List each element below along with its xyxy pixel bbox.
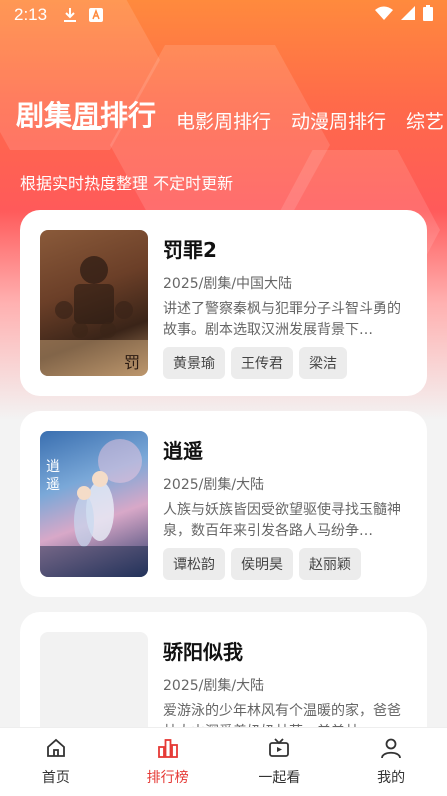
- bottom-navigation: 首页 排行榜 一起看 我的: [0, 727, 447, 796]
- nav-ranking-label: 排行榜: [146, 770, 189, 786]
- nav-profile[interactable]: 我的: [335, 728, 447, 796]
- wifi-icon: [375, 5, 393, 25]
- tab-movie-weekly[interactable]: 电影周排行: [176, 107, 271, 140]
- actor-tag[interactable]: 黄景瑜: [163, 347, 225, 379]
- tab-anime-weekly[interactable]: 动漫周排行: [291, 107, 386, 140]
- download-icon: [63, 7, 77, 23]
- status-time: 2:13: [14, 5, 48, 24]
- poster-image: 逍 遥: [40, 431, 148, 577]
- actor-tag[interactable]: 王传君: [231, 347, 293, 379]
- nav-watch-together[interactable]: 一起看: [224, 728, 336, 796]
- actor-tag[interactable]: 赵丽颖: [299, 548, 361, 580]
- poster-image: 罚: [40, 230, 148, 376]
- actor-tag[interactable]: 梁洁: [299, 347, 347, 379]
- tab-drama-weekly[interactable]: 剧集周排行: [16, 94, 156, 140]
- battery-icon: [423, 4, 433, 26]
- item-meta: 2025/剧集/大陆: [163, 678, 265, 694]
- ranking-icon: [157, 737, 179, 763]
- font-icon: [89, 8, 104, 22]
- tab-variety-weekly[interactable]: 综艺: [406, 107, 444, 140]
- nav-home-label: 首页: [41, 770, 70, 786]
- user-icon: [380, 737, 402, 763]
- item-title: 骄阳似我: [163, 640, 243, 664]
- actor-tag[interactable]: 谭松韵: [163, 548, 225, 580]
- active-tab-indicator: [72, 126, 102, 130]
- status-bar: 2:13: [0, 0, 447, 30]
- item-description: 人族与妖族皆因受欲望驱使寻找玉髓神泉，数百年来引发各路人马纷争…: [163, 502, 401, 539]
- nav-profile-label: 我的: [377, 770, 406, 786]
- ranking-subtitle: 根据实时热度整理 不定时更新: [20, 174, 234, 193]
- svg-text:罚: 罚: [124, 353, 140, 372]
- item-meta: 2025/剧集/大陆: [163, 477, 265, 493]
- list-item[interactable]: 罚 罚罪2 2025/剧集/中国大陆 讲述了警察秦枫与犯罪分子斗智斗勇的故事。剧…: [20, 210, 427, 396]
- nav-ranking[interactable]: 排行榜: [112, 728, 224, 796]
- nav-watch-together-label: 一起看: [258, 770, 301, 786]
- signal-icon: [401, 5, 415, 25]
- ranking-tabs: 剧集周排行 电影周排行 动漫周排行 综艺: [16, 80, 447, 140]
- svg-text:遥: 遥: [46, 477, 60, 493]
- item-description: 讲述了警察秦枫与犯罪分子斗智斗勇的故事。剧本选取汉洲发展背景下…: [163, 301, 401, 338]
- actor-tag[interactable]: 侯明昊: [231, 548, 293, 580]
- item-title: 逍遥: [163, 439, 203, 463]
- tv-icon: [268, 737, 290, 763]
- item-meta: 2025/剧集/中国大陆: [163, 276, 293, 292]
- item-title: 罚罪2: [163, 238, 217, 262]
- home-icon: [45, 737, 67, 763]
- svg-text:逍: 逍: [46, 459, 60, 475]
- list-item[interactable]: 逍 遥 逍遥 2025/剧集/大陆 人族与妖族皆因受欲望驱使寻找玉髓神泉，数百年…: [20, 411, 427, 597]
- nav-home[interactable]: 首页: [0, 728, 112, 796]
